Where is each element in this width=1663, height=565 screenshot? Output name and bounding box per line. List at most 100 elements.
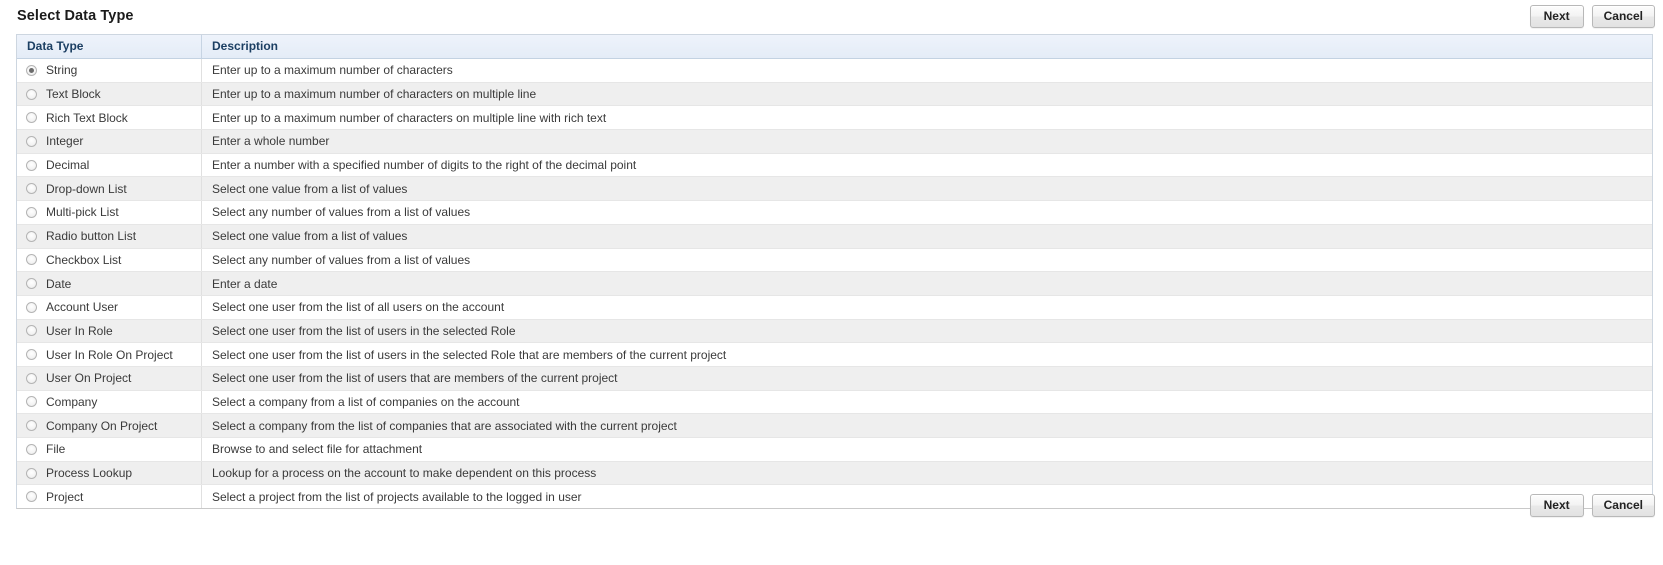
cell-data-type[interactable]: Decimal: [17, 153, 202, 178]
description-label: Select a company from a list of companie…: [212, 394, 520, 409]
cell-data-type[interactable]: Checkbox List: [17, 248, 202, 273]
page-title: Select Data Type: [17, 8, 134, 24]
radio-button-icon[interactable]: [26, 159, 37, 171]
cell-description: Select one user from the list of all use…: [201, 295, 1652, 320]
radio-button-icon[interactable]: [26, 230, 37, 242]
table-row[interactable]: Process Lookup Lookup for a process on th…: [17, 461, 1652, 486]
table-row[interactable]: Account User Select one user from the lis…: [17, 295, 1652, 320]
radio-button-icon[interactable]: [26, 206, 37, 218]
data-type-label: Decimal: [46, 158, 90, 173]
data-type-label: String: [46, 63, 78, 78]
data-type-option[interactable]: Account User: [26, 300, 201, 314]
cell-data-type[interactable]: Date: [17, 271, 202, 296]
cell-data-type[interactable]: Multi-pick List: [17, 200, 202, 225]
table-row[interactable]: Rich Text Block Enter up to a maximum num…: [17, 105, 1652, 131]
data-type-option[interactable]: Company On Project: [26, 419, 201, 433]
data-type-option[interactable]: Company: [26, 395, 201, 409]
radio-button-icon[interactable]: [26, 112, 37, 124]
table-row[interactable]: Company On Project Select a company from …: [17, 413, 1652, 438]
table-row[interactable]: Text Block Enter up to a maximum number o…: [17, 82, 1652, 107]
data-type-label: Project: [46, 489, 84, 504]
radio-button-icon[interactable]: [26, 491, 37, 503]
cell-description: Enter up to a maximum number of characte…: [201, 105, 1652, 131]
cell-data-type[interactable]: Radio button List: [17, 224, 202, 249]
cell-data-type[interactable]: Integer: [17, 129, 202, 154]
cell-data-type[interactable]: Project: [17, 484, 202, 509]
data-type-option[interactable]: User On Project: [26, 371, 201, 385]
next-button-bottom[interactable]: Next: [1529, 494, 1584, 517]
table-row[interactable]: Checkbox List Select any number of values…: [17, 248, 1652, 273]
cell-data-type[interactable]: Company: [17, 390, 202, 415]
data-type-option[interactable]: Text Block: [26, 87, 201, 101]
radio-button-icon[interactable]: [26, 443, 37, 455]
cell-data-type[interactable]: Account User: [17, 295, 202, 320]
table-row[interactable]: Decimal Enter a number with a specified n…: [17, 153, 1652, 178]
data-type-option[interactable]: Process Lookup: [26, 466, 201, 480]
radio-button-icon[interactable]: [26, 278, 37, 290]
radio-button-icon[interactable]: [26, 135, 37, 147]
cell-data-type[interactable]: User On Project: [17, 366, 202, 391]
cell-data-type[interactable]: User In Role: [17, 319, 202, 344]
radio-button-icon[interactable]: [26, 254, 37, 266]
table-row[interactable]: Drop-down List Select one value from a li…: [17, 176, 1652, 202]
cell-description: Enter a whole number: [201, 129, 1652, 154]
cell-data-type[interactable]: User In Role On Project: [17, 342, 202, 367]
table-row[interactable]: Company Select a company from a list of c…: [17, 390, 1652, 415]
radio-button-icon[interactable]: [26, 372, 37, 384]
data-type-label: Company On Project: [46, 418, 158, 433]
description-label: Select any number of values from a list …: [212, 205, 471, 220]
cell-data-type[interactable]: Text Block: [17, 82, 202, 107]
radio-button-icon[interactable]: [26, 396, 37, 408]
radio-button-icon[interactable]: [26, 467, 37, 479]
data-type-option[interactable]: Radio button List: [26, 229, 201, 243]
table-row[interactable]: Multi-pick List Select any number of valu…: [17, 200, 1652, 225]
data-type-option[interactable]: Drop-down List: [26, 182, 201, 196]
description-label: Enter a date: [212, 276, 278, 291]
data-type-option[interactable]: String: [26, 63, 201, 77]
description-label: Select a company from the list of compan…: [212, 418, 677, 433]
table-row[interactable]: Integer Enter a whole number: [17, 129, 1652, 154]
table-row[interactable]: User On Project Select one user from the …: [17, 366, 1652, 391]
table-row[interactable]: Project Select a project from the list of…: [17, 484, 1652, 509]
radio-button-icon[interactable]: [26, 301, 37, 313]
table-row[interactable]: File Browse to and select file for attach…: [17, 437, 1652, 462]
table-row[interactable]: Date Enter a date: [17, 271, 1652, 296]
data-type-label: File: [46, 442, 66, 457]
cancel-button-bottom[interactable]: Cancel: [1591, 494, 1655, 517]
table-body: String Enter up to a maximum number of ch…: [17, 58, 1652, 509]
data-type-label: Company: [46, 394, 98, 409]
cell-description: Select one value from a list of values: [201, 224, 1652, 249]
data-type-option[interactable]: Decimal: [26, 158, 201, 172]
cell-data-type[interactable]: Rich Text Block: [17, 105, 202, 131]
table-row[interactable]: User In Role Select one user from the lis…: [17, 319, 1652, 344]
table-row[interactable]: User In Role On Project Select one user f…: [17, 342, 1652, 367]
cancel-button-top[interactable]: Cancel: [1591, 5, 1655, 28]
cell-data-type[interactable]: Process Lookup: [17, 461, 202, 486]
table-row[interactable]: Radio button List Select one value from a…: [17, 224, 1652, 249]
data-type-option[interactable]: Rich Text Block: [26, 111, 201, 125]
data-type-option[interactable]: User In Role: [26, 324, 201, 338]
data-type-option[interactable]: Checkbox List: [26, 253, 201, 267]
radio-button-icon[interactable]: [26, 183, 37, 195]
radio-button-icon[interactable]: [26, 88, 37, 100]
cell-data-type[interactable]: File: [17, 437, 202, 462]
radio-button-icon[interactable]: [26, 325, 37, 337]
radio-button-icon[interactable]: [26, 349, 37, 361]
cell-description: Select a company from the list of compan…: [201, 413, 1652, 438]
data-type-option[interactable]: Project: [26, 490, 201, 504]
data-type-label: User On Project: [46, 371, 132, 386]
data-type-option[interactable]: User In Role On Project: [26, 348, 201, 362]
next-button-top[interactable]: Next: [1529, 5, 1584, 28]
cell-data-type[interactable]: Company On Project: [17, 413, 202, 438]
data-type-option[interactable]: Date: [26, 277, 201, 291]
table-row[interactable]: String Enter up to a maximum number of ch…: [17, 58, 1652, 83]
data-type-option[interactable]: Integer: [26, 134, 201, 148]
radio-button-icon[interactable]: [26, 64, 37, 76]
data-type-option[interactable]: Multi-pick List: [26, 205, 201, 219]
description-label: Enter up to a maximum number of characte…: [212, 110, 607, 125]
data-type-option[interactable]: File: [26, 442, 201, 456]
description-label: Enter up to a maximum number of characte…: [212, 87, 537, 102]
cell-data-type[interactable]: String: [17, 58, 202, 83]
cell-data-type[interactable]: Drop-down List: [17, 176, 202, 202]
radio-button-icon[interactable]: [26, 420, 37, 432]
